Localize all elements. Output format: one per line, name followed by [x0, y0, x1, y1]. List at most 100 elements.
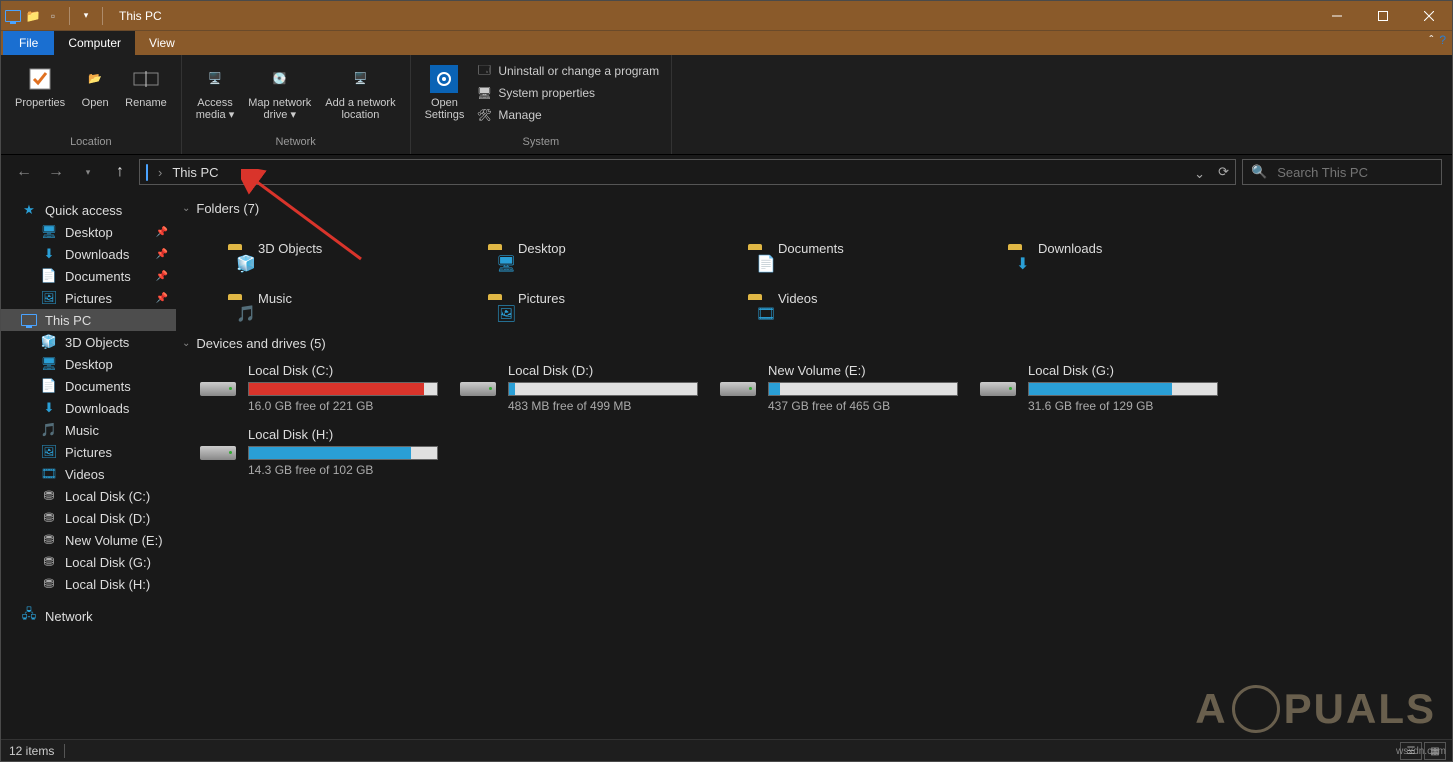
pin-icon: 📌: [156, 293, 168, 304]
drive-item[interactable]: Local Disk (D:) 483 MB free of 499 MB: [454, 359, 704, 417]
ribbon-tabs: File Computer View ˆ ?: [1, 31, 1452, 55]
folder-icon: 🎞: [726, 278, 766, 318]
ribbon: Properties 📂 Open Rename Location 🖥️ Acc…: [1, 55, 1452, 155]
map-drive-icon: 💽: [264, 63, 296, 95]
maximize-button[interactable]: [1360, 1, 1406, 31]
status-bar: 12 items ☰ ▦: [1, 739, 1452, 761]
system-properties-button[interactable]: 🖥System properties: [472, 83, 663, 103]
item-icon: ⛃: [41, 576, 57, 592]
recent-dropdown[interactable]: ▾: [75, 159, 101, 185]
manage-button[interactable]: 🛠Manage: [472, 105, 663, 125]
section-drives[interactable]: ⌄ Devices and drives (5): [182, 332, 1452, 355]
refresh-icon[interactable]: ⟳: [1218, 164, 1229, 180]
folder-item[interactable]: 🎵Music: [202, 274, 452, 322]
star-icon: ★: [21, 202, 37, 218]
search-icon: 🔍: [1251, 164, 1267, 180]
section-folders[interactable]: ⌄ Folders (7): [182, 197, 1452, 220]
view-tab[interactable]: View: [135, 31, 189, 55]
back-button[interactable]: ←: [11, 159, 37, 185]
sidebar-sub-item[interactable]: 🎵Music: [1, 419, 176, 441]
sidebar-pinned-item[interactable]: 🖼Pictures📌: [1, 287, 176, 309]
forward-button[interactable]: →: [43, 159, 69, 185]
window-title: This PC: [119, 9, 162, 23]
folder-icon: 🧊: [206, 228, 246, 268]
properties-qat-icon[interactable]: ▫: [45, 8, 61, 24]
sysprops-icon: 🖥: [476, 85, 492, 101]
item-icon: 🖼: [41, 444, 57, 460]
access-media-button[interactable]: 🖥️ Access media ▾: [190, 59, 241, 125]
rename-icon: [130, 63, 162, 95]
item-icon: 📄: [41, 378, 57, 394]
folder-icon: ⬇: [986, 228, 1026, 268]
uninstall-button[interactable]: 🗔Uninstall or change a program: [472, 61, 663, 81]
folder-icon: 🖥: [466, 228, 506, 268]
drive-usage-bar: [248, 446, 438, 460]
sidebar-sub-item[interactable]: ⛃Local Disk (D:): [1, 507, 176, 529]
search-box[interactable]: 🔍: [1242, 159, 1442, 185]
folder-item[interactable]: 🧊3D Objects: [202, 224, 452, 272]
minimize-button[interactable]: [1314, 1, 1360, 31]
folder-item[interactable]: 🖥Desktop: [462, 224, 712, 272]
title-bar: 📁 ▫ ▾ This PC: [1, 1, 1452, 31]
computer-tab[interactable]: Computer: [54, 31, 135, 55]
sidebar-sub-item[interactable]: 🖥Desktop: [1, 353, 176, 375]
nav-sidebar: ★ Quick access 🖥Desktop📌⬇Downloads📌📄Docu…: [1, 189, 176, 739]
addr-dropdown-icon[interactable]: ⌄: [1194, 166, 1205, 182]
sidebar-pinned-item[interactable]: 📄Documents📌: [1, 265, 176, 287]
add-network-location-button[interactable]: 🖥️ Add a network location: [319, 59, 401, 125]
close-button[interactable]: [1406, 1, 1452, 31]
map-drive-button[interactable]: 💽 Map network drive ▾: [242, 59, 317, 125]
sidebar-sub-item[interactable]: ⛃New Volume (E:): [1, 529, 176, 551]
sidebar-sub-item[interactable]: ⛃Local Disk (C:): [1, 485, 176, 507]
folder-qat-icon[interactable]: 📁: [25, 8, 41, 24]
help-icon[interactable]: ?: [1439, 33, 1446, 47]
addr-pc-icon: [146, 165, 148, 180]
open-settings-button[interactable]: Open Settings: [419, 59, 471, 125]
sidebar-sub-item[interactable]: 🖼Pictures: [1, 441, 176, 463]
sidebar-quick-access[interactable]: ★ Quick access: [1, 199, 176, 221]
sidebar-pinned-item[interactable]: ⬇Downloads📌: [1, 243, 176, 265]
drive-icon: [718, 369, 758, 409]
file-tab[interactable]: File: [3, 31, 54, 55]
qat-dropdown-icon[interactable]: ▾: [78, 8, 94, 24]
drive-usage-bar: [1028, 382, 1218, 396]
sidebar-this-pc[interactable]: This PC: [1, 309, 176, 331]
drive-usage-bar: [768, 382, 958, 396]
pin-icon: 📌: [156, 249, 168, 260]
sidebar-sub-item[interactable]: ⛃Local Disk (H:): [1, 573, 176, 595]
item-icon: ⛃: [41, 510, 57, 526]
sidebar-sub-item[interactable]: 🎞Videos: [1, 463, 176, 485]
collapse-ribbon-icon[interactable]: ˆ: [1429, 33, 1433, 47]
drive-name: Local Disk (D:): [508, 363, 700, 378]
drive-item[interactable]: Local Disk (C:) 16.0 GB free of 221 GB: [194, 359, 444, 417]
open-button[interactable]: 📂 Open: [73, 59, 117, 113]
drive-name: Local Disk (C:): [248, 363, 440, 378]
add-network-icon: 🖥️: [344, 63, 376, 95]
folder-item[interactable]: 📄Documents: [722, 224, 972, 272]
sidebar-sub-item[interactable]: 🧊3D Objects: [1, 331, 176, 353]
sidebar-pinned-item[interactable]: 🖥Desktop📌: [1, 221, 176, 243]
content-pane: ⌄ Folders (7) 🧊3D Objects🖥Desktop📄Docume…: [176, 189, 1452, 739]
sidebar-sub-item[interactable]: ⬇Downloads: [1, 397, 176, 419]
rename-button[interactable]: Rename: [119, 59, 173, 113]
chevron-down-icon: ⌄: [182, 203, 190, 214]
drive-item[interactable]: Local Disk (H:) 14.3 GB free of 102 GB: [194, 423, 444, 481]
drive-icon: [458, 369, 498, 409]
properties-button[interactable]: Properties: [9, 59, 71, 113]
search-input[interactable]: [1275, 164, 1433, 181]
addr-breadcrumb[interactable]: This PC: [172, 165, 218, 180]
drive-icon: [198, 433, 238, 473]
folder-item[interactable]: 🖼Pictures: [462, 274, 712, 322]
address-row: ← → ▾ ↑ › This PC ⌄ ⟳ 🔍: [1, 155, 1452, 189]
sidebar-sub-item[interactable]: ⛃Local Disk (G:): [1, 551, 176, 573]
drive-item[interactable]: New Volume (E:) 437 GB free of 465 GB: [714, 359, 964, 417]
folder-item[interactable]: ⬇Downloads: [982, 224, 1232, 272]
address-bar[interactable]: › This PC ⌄ ⟳: [139, 159, 1236, 185]
sidebar-sub-item[interactable]: 📄Documents: [1, 375, 176, 397]
sidebar-network[interactable]: 🖧 Network: [1, 605, 176, 627]
item-icon: ⬇: [41, 246, 57, 262]
drive-item[interactable]: Local Disk (G:) 31.6 GB free of 129 GB: [974, 359, 1224, 417]
item-icon: 🖥: [41, 356, 57, 372]
up-button[interactable]: ↑: [107, 159, 133, 185]
folder-item[interactable]: 🎞Videos: [722, 274, 972, 322]
